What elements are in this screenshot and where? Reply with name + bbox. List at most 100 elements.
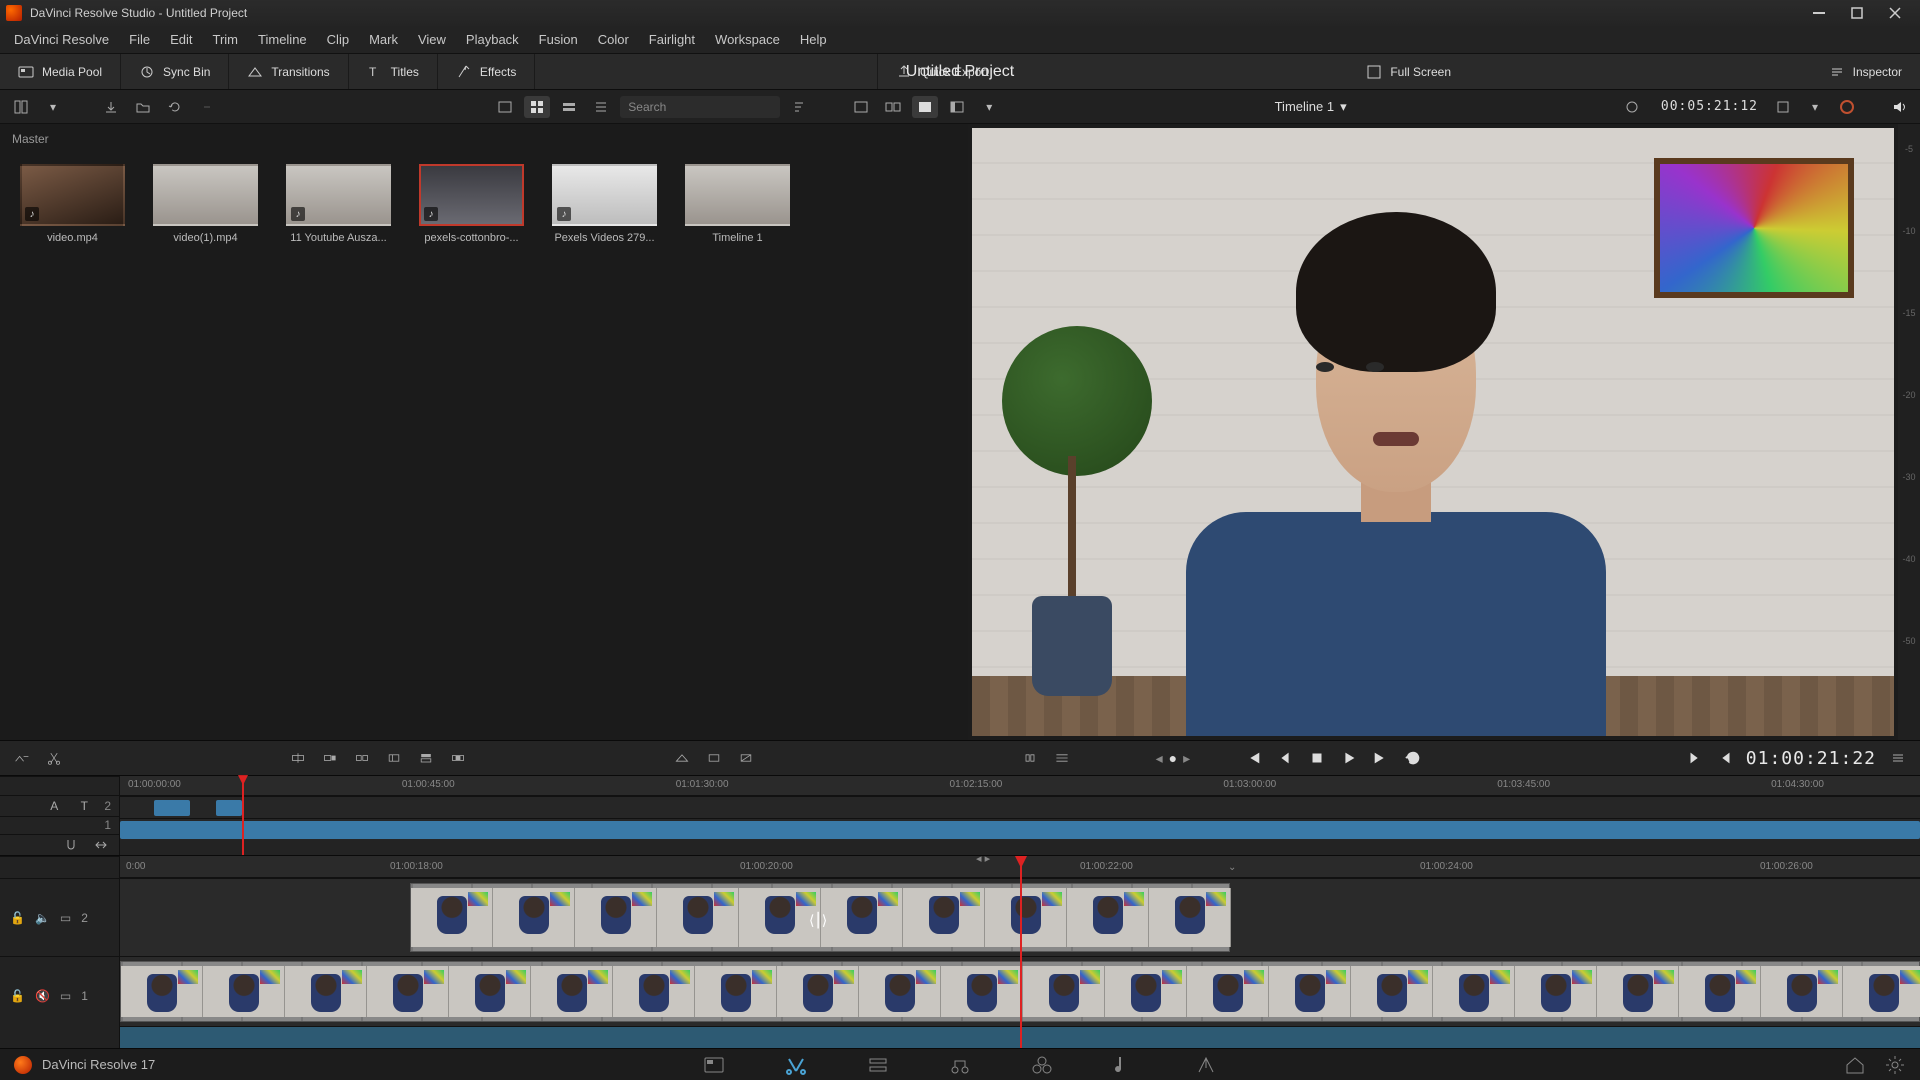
sync-lock-icon[interactable]: [91, 835, 111, 855]
transitions-button[interactable]: Transitions: [239, 60, 337, 84]
video-clip[interactable]: ⟨⎮⟩: [410, 883, 1230, 952]
menu-view[interactable]: View: [408, 28, 456, 51]
page-cut[interactable]: [785, 1054, 807, 1076]
source-record-button[interactable]: [912, 96, 938, 118]
view-list-button[interactable]: [588, 96, 614, 118]
overview-clip[interactable]: [154, 800, 190, 816]
sync-bin-button[interactable]: Sync Bin: [131, 60, 218, 84]
tools-smooth-button[interactable]: [736, 748, 756, 768]
folder-button[interactable]: [130, 96, 156, 118]
media-clip[interactable]: video(1).mp4: [153, 164, 258, 244]
next-edit-button[interactable]: [1686, 749, 1704, 767]
page-fairlight[interactable]: [1113, 1054, 1135, 1076]
mute-track-icon[interactable]: 🔇: [35, 989, 50, 1003]
detail-playhead[interactable]: [1020, 856, 1022, 1048]
close-up-button[interactable]: [384, 748, 404, 768]
menu-timeline[interactable]: Timeline: [248, 28, 317, 51]
view-thumbnail-button[interactable]: [524, 96, 550, 118]
dual-viewer-button[interactable]: [880, 96, 906, 118]
boring-detector-button[interactable]: [12, 748, 32, 768]
lock-icon[interactable]: 🔓: [10, 989, 25, 1003]
media-clip[interactable]: ♪pexels-cottonbro-...: [419, 164, 524, 244]
menu-clip[interactable]: Clip: [317, 28, 359, 51]
split-clip-button[interactable]: [44, 748, 64, 768]
auto-select-icon[interactable]: ▭: [60, 989, 71, 1003]
refresh-button[interactable]: [162, 96, 188, 118]
menu-playback[interactable]: Playback: [456, 28, 529, 51]
source-overwrite-button[interactable]: [448, 748, 468, 768]
stop-button[interactable]: [1308, 749, 1326, 767]
overview-track-v1-header[interactable]: 1: [0, 816, 119, 834]
sort-button[interactable]: [786, 96, 812, 118]
loop-button[interactable]: [1404, 749, 1422, 767]
titles-button[interactable]: T Titles: [359, 60, 427, 84]
chevron-down-icon[interactable]: ▾: [40, 96, 66, 118]
track-v2-header[interactable]: 🔓 🔈 ▭ 2: [0, 878, 119, 956]
project-settings-button[interactable]: [1884, 1054, 1906, 1076]
menu-color[interactable]: Color: [588, 28, 639, 51]
view-strip-button[interactable]: [556, 96, 582, 118]
overview-track-v2-header[interactable]: A T 2: [0, 795, 119, 816]
mute-button[interactable]: [1886, 96, 1912, 118]
prev-edit-button[interactable]: [1716, 749, 1734, 767]
trim-mode-button[interactable]: [1020, 748, 1040, 768]
ripple-overwrite-button[interactable]: [352, 748, 372, 768]
menu-davinci-resolve[interactable]: DaVinci Resolve: [4, 28, 119, 51]
single-viewer-button[interactable]: [848, 96, 874, 118]
bin-list-button[interactable]: [8, 96, 34, 118]
media-clip[interactable]: ♪video.mp4: [20, 164, 125, 244]
options-button[interactable]: ▾: [1802, 96, 1828, 118]
page-edit[interactable]: [867, 1054, 889, 1076]
overview-clip[interactable]: [120, 821, 1920, 839]
link-button[interactable]: [194, 96, 220, 118]
import-media-button[interactable]: [98, 96, 124, 118]
timeline-options-button[interactable]: [1052, 748, 1072, 768]
play-button[interactable]: [1340, 749, 1358, 767]
media-clip[interactable]: ♪Pexels Videos 279...: [552, 164, 657, 244]
menu-fairlight[interactable]: Fairlight: [639, 28, 705, 51]
record-timecode[interactable]: 01:00:21:22: [1746, 748, 1876, 769]
home-button[interactable]: [1844, 1054, 1866, 1076]
page-deliver[interactable]: [1195, 1054, 1217, 1076]
inspector-button[interactable]: Inspector: [1821, 60, 1910, 84]
track-v1-header[interactable]: 🔓 🔇 ▭ 1: [0, 956, 119, 1034]
place-on-top-button[interactable]: [416, 748, 436, 768]
snap-icon[interactable]: [61, 835, 81, 855]
overview-track-controls[interactable]: [0, 834, 119, 855]
search-input[interactable]: Search: [620, 96, 780, 118]
marker-chevron-icon[interactable]: ⌄: [1228, 862, 1236, 873]
viewer-menu-chevron[interactable]: ▾: [976, 96, 1002, 118]
menu-help[interactable]: Help: [790, 28, 837, 51]
page-media[interactable]: [703, 1054, 725, 1076]
viewer-mode3-button[interactable]: [944, 96, 970, 118]
auto-select-icon[interactable]: ▭: [60, 911, 71, 925]
match-frame-button[interactable]: [1619, 96, 1645, 118]
window-minimize-button[interactable]: [1800, 2, 1838, 24]
lock-icon[interactable]: 🔓: [10, 911, 25, 925]
prev-frame-button[interactable]: [1276, 749, 1294, 767]
append-button[interactable]: [320, 748, 340, 768]
tools-cut-button[interactable]: [704, 748, 724, 768]
overview-track-v1[interactable]: [120, 818, 1920, 840]
menu-fusion[interactable]: Fusion: [529, 28, 588, 51]
go-last-button[interactable]: [1372, 749, 1390, 767]
overview-clip[interactable]: [216, 800, 242, 816]
menu-trim[interactable]: Trim: [203, 28, 249, 51]
clip-color-button[interactable]: [1770, 96, 1796, 118]
page-color[interactable]: [1031, 1054, 1053, 1076]
menu-mark[interactable]: Mark: [359, 28, 408, 51]
go-first-button[interactable]: [1244, 749, 1262, 767]
mute-track-icon[interactable]: 🔈: [35, 911, 50, 925]
full-screen-button[interactable]: Full Screen: [1358, 60, 1459, 84]
smart-insert-button[interactable]: [288, 748, 308, 768]
window-close-button[interactable]: [1876, 2, 1914, 24]
window-maximize-button[interactable]: [1838, 2, 1876, 24]
view-metadata-button[interactable]: [492, 96, 518, 118]
bypass-button[interactable]: [1834, 96, 1860, 118]
menu-file[interactable]: File: [119, 28, 160, 51]
media-pool-button[interactable]: Media Pool: [10, 60, 110, 84]
overview-track-v2[interactable]: [120, 796, 1920, 818]
tools-dissolve-button[interactable]: [672, 748, 692, 768]
overview-ruler[interactable]: 01:00:00:0001:00:45:0001:01:30:0001:02:1…: [120, 776, 1920, 796]
timeline-menu-button[interactable]: [1888, 748, 1908, 768]
